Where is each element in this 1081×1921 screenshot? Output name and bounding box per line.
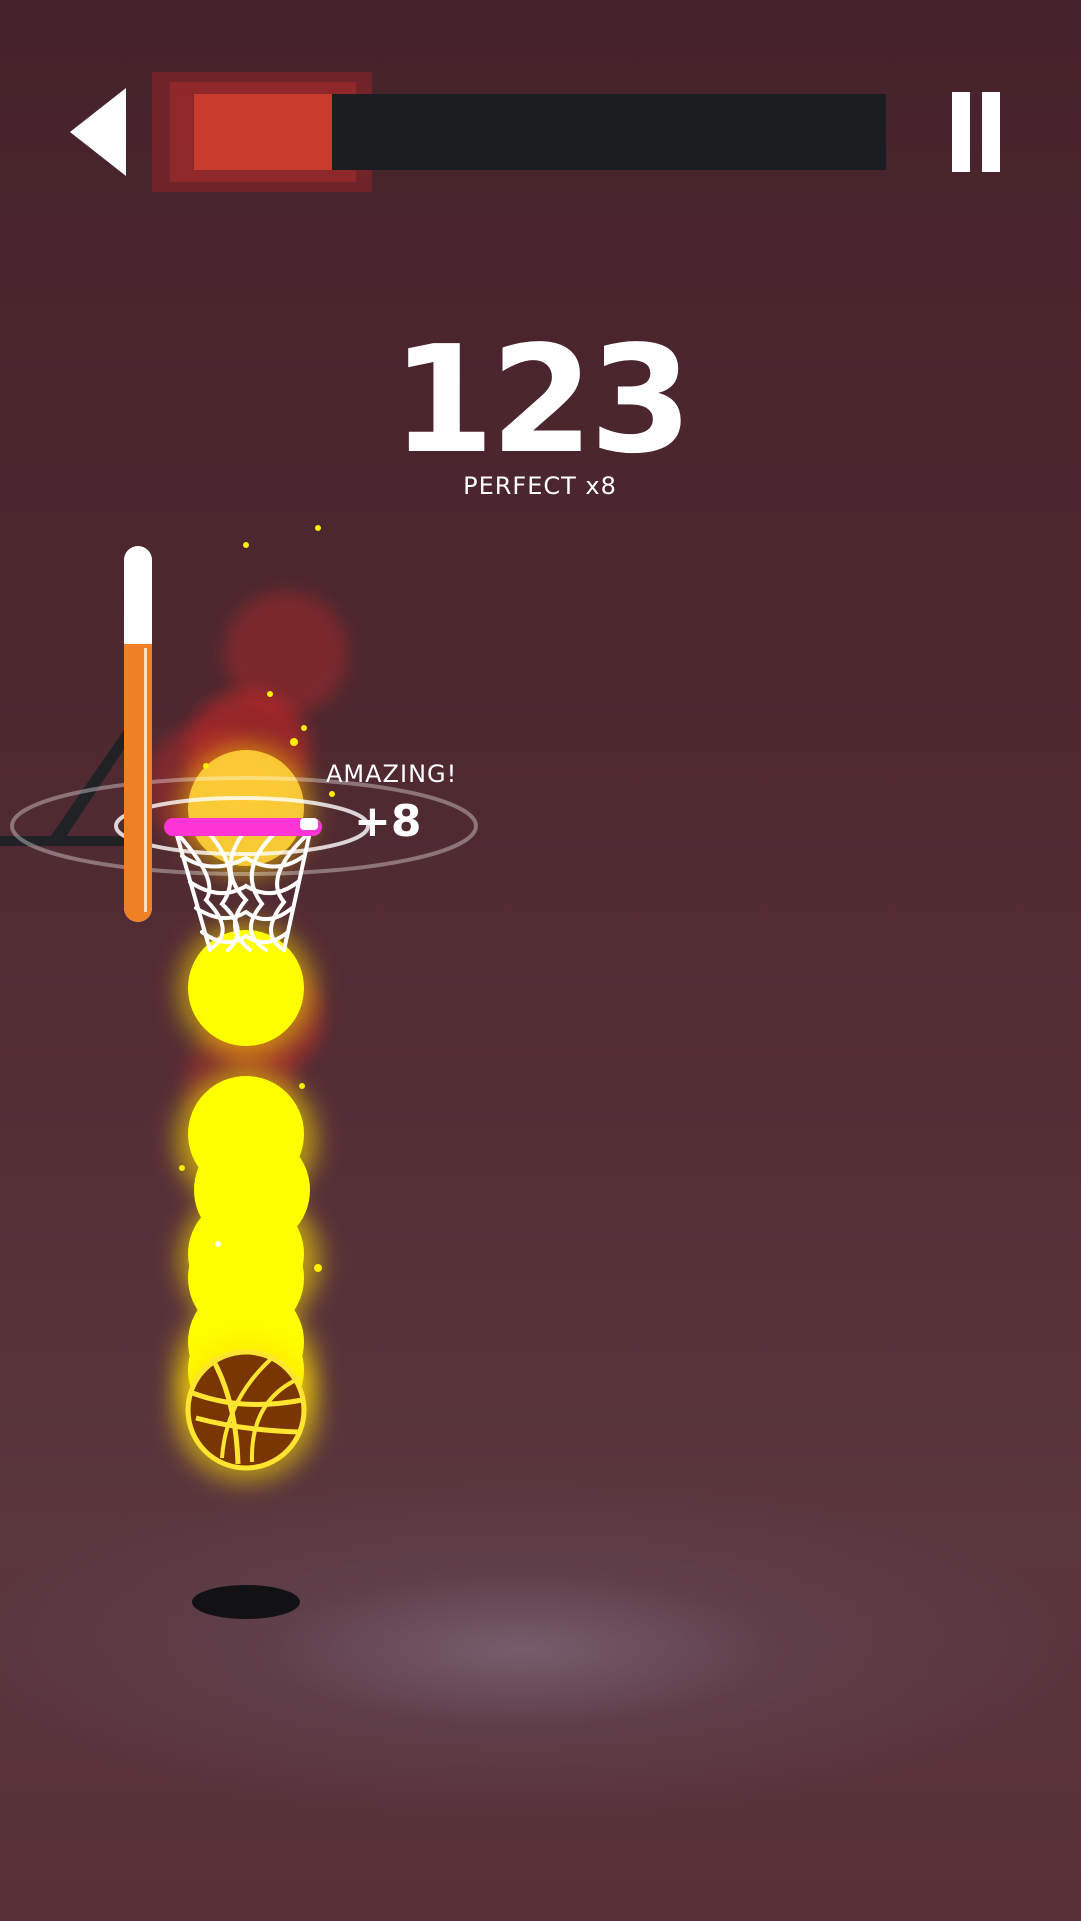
points-gained: +8 — [354, 796, 422, 847]
feedback-text: AMAZING! — [326, 760, 458, 788]
combo-label: PERFECT x8 — [463, 472, 617, 500]
ball-shadow — [192, 1585, 300, 1619]
level-progress-fill — [194, 94, 332, 170]
shot-power-meter — [124, 546, 152, 922]
pause-bar-right — [982, 92, 1000, 172]
score-display: 123 — [391, 314, 693, 486]
game-scene — [0, 525, 478, 1619]
pause-icon[interactable] — [952, 92, 1008, 172]
back-arrow-icon[interactable] — [70, 88, 126, 176]
basketball[interactable] — [185, 1349, 307, 1471]
shot-power-fill — [124, 644, 152, 922]
pause-bar-left — [952, 92, 970, 172]
hoop-rim — [164, 818, 322, 836]
game-stage[interactable]: 123 PERFECT x8 AMAZING! +8 — [0, 0, 1081, 1921]
